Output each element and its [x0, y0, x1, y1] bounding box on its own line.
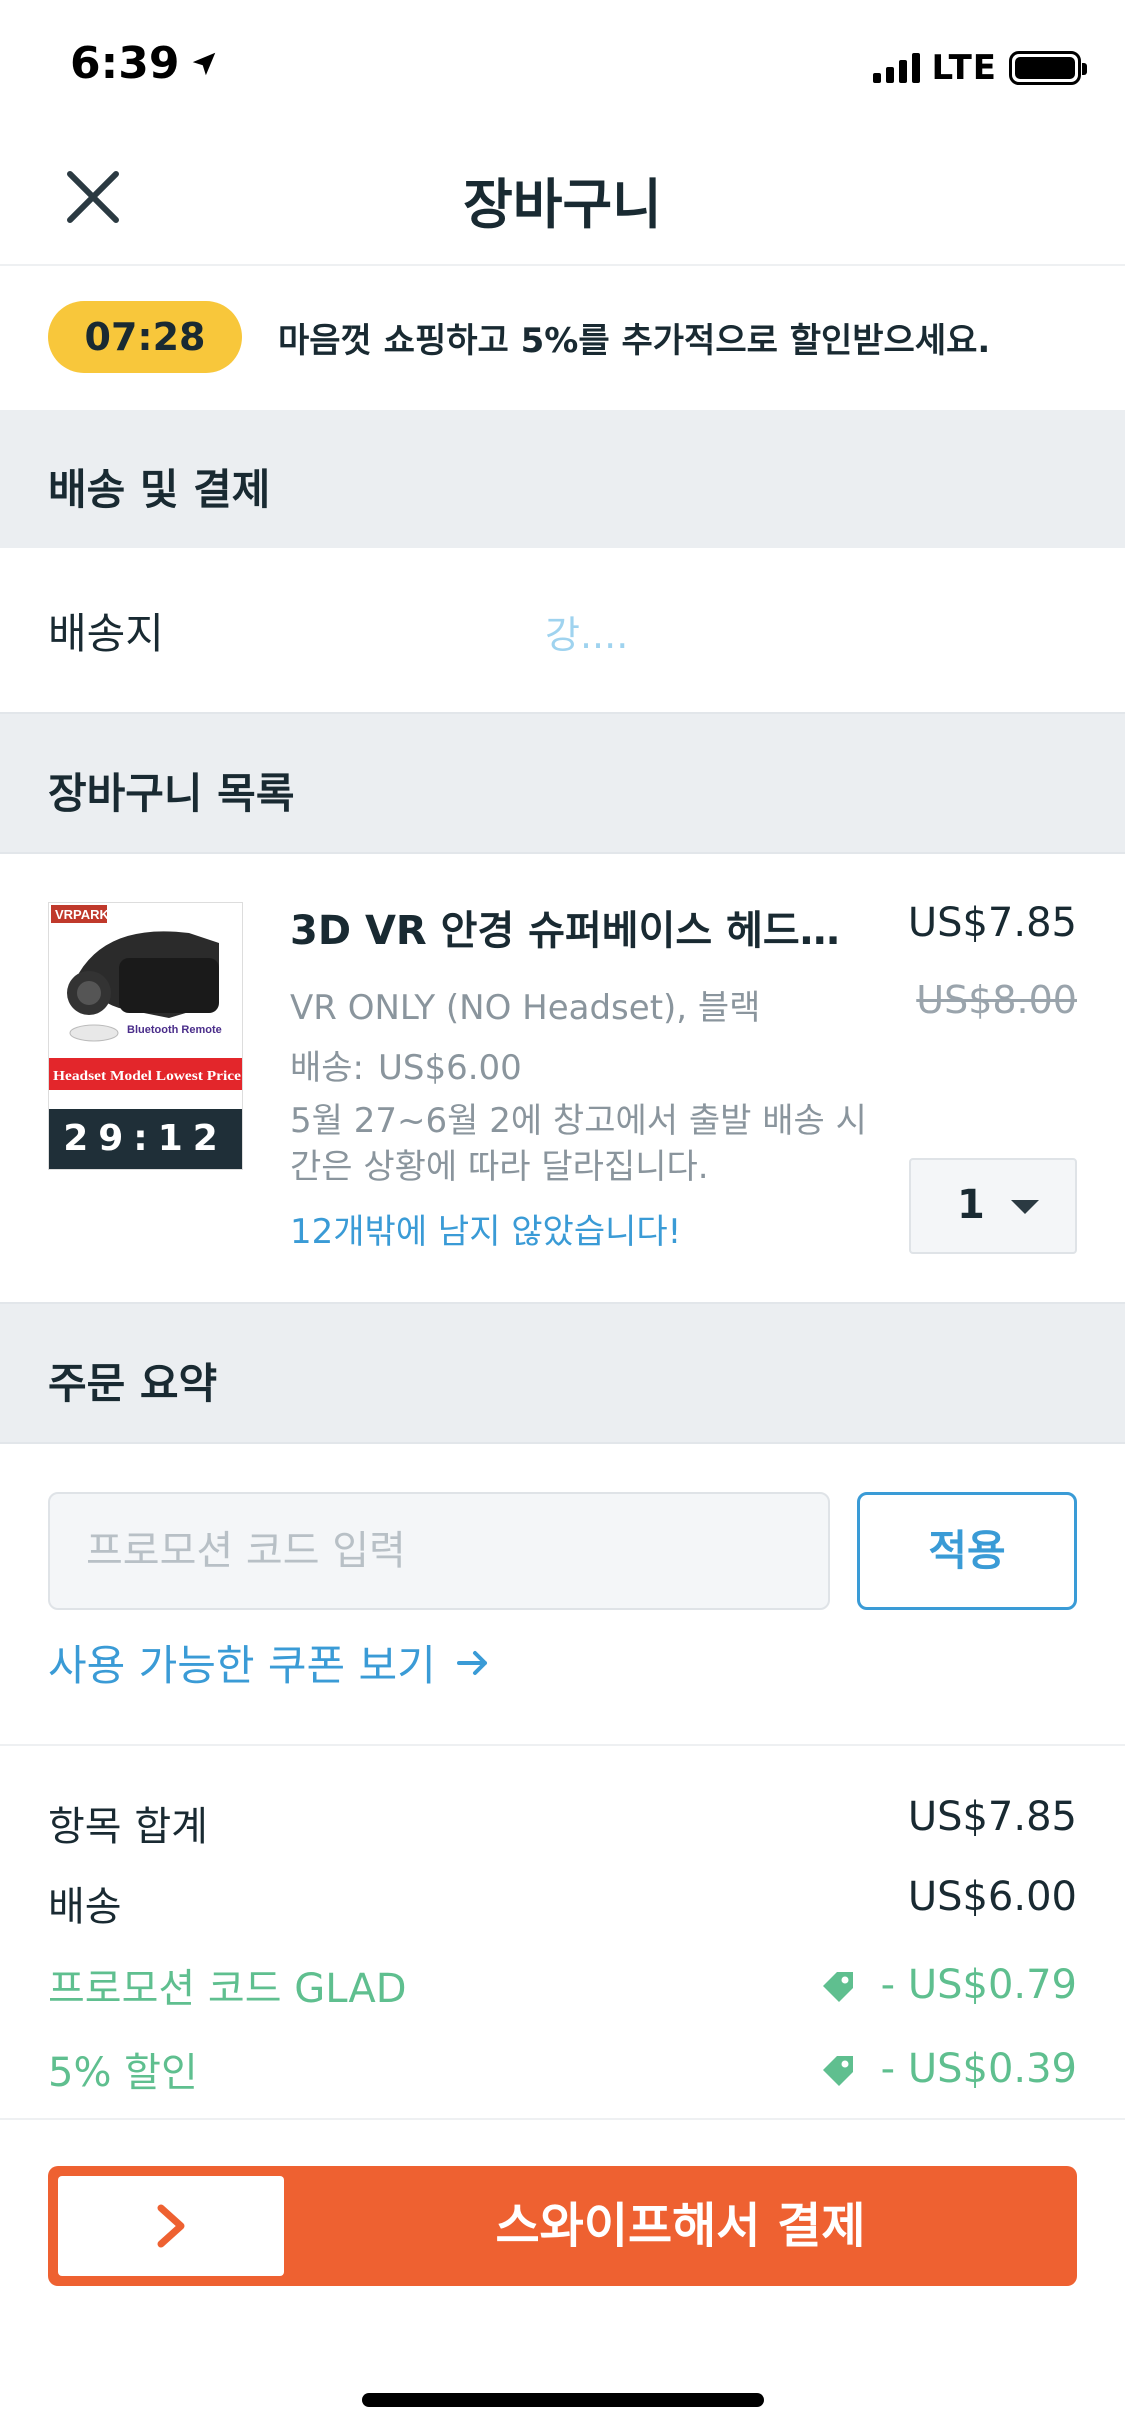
promo-code-input[interactable]	[48, 1492, 830, 1610]
page-title: 장바구니	[463, 173, 662, 236]
chevron-down-icon	[1011, 1200, 1039, 1214]
summary-row-discount: 5% 할인 - US$0.39	[48, 2040, 1077, 2100]
ship-to-row[interactable]: 배송지 강....	[0, 548, 1125, 714]
summary-row-promo: 프로모션 코드 GLAD - US$0.79	[48, 1956, 1077, 2016]
vr-headset-image: VRPARK Bluetooth Remote Headset Model Lo…	[49, 903, 242, 1111]
countdown-timer: 07:28	[48, 301, 242, 373]
product-variant: VR ONLY (NO Headset), 블랙	[290, 988, 761, 1028]
view-coupons-link[interactable]: 사용 가능한 쿠폰 보기	[48, 1632, 490, 1693]
summary-value: - US$0.79	[880, 1962, 1077, 2008]
shipping-section-title: 배송 및 결제	[48, 465, 271, 514]
image-brand-text: VRPARK	[55, 907, 110, 922]
quantity-value: 1	[957, 1182, 985, 1228]
product-shipping: 배송: US$6.00	[290, 1040, 522, 1089]
summary-value: US$6.00	[907, 1874, 1077, 1920]
product-price: US$7.85	[907, 900, 1077, 946]
summary-discount: - US$0.39	[819, 2046, 1077, 2092]
quantity-select[interactable]: 1	[909, 1158, 1077, 1254]
status-bar: 6:39 LTE	[0, 0, 1125, 132]
arrow-right-icon	[456, 1650, 487, 1675]
apply-promo-button[interactable]: 적용	[857, 1492, 1077, 1610]
order-summary-title: 주문 요약	[48, 1359, 218, 1408]
tag-icon	[822, 2056, 853, 2086]
product-shipping-label: 배송:	[290, 1048, 365, 1088]
location-arrow-icon	[193, 52, 216, 75]
product-title[interactable]: 3D VR 안경 슈퍼베이스 헤드…	[290, 898, 850, 956]
summary-label: 프로모션 코드 GLAD	[48, 1966, 407, 2012]
summary-label: 5% 할인	[48, 2050, 198, 2096]
network-type: LTE	[931, 48, 997, 88]
swipe-label: 스와이프해서 결제	[495, 2198, 866, 2254]
home-indicator[interactable]	[362, 2393, 764, 2407]
image-remote-text: Bluetooth Remote	[127, 1024, 222, 1036]
stock-warning: 12개밖에 남지 않았습니다!	[290, 1212, 682, 1252]
cart-item: VRPARK Bluetooth Remote Headset Model Lo…	[0, 854, 1125, 1304]
view-coupons-label: 사용 가능한 쿠폰 보기	[48, 1641, 436, 1690]
image-promo-text: Headset Model Lowest Price	[53, 1069, 241, 1084]
summary-discount: - US$0.79	[819, 1962, 1077, 2008]
battery-icon	[1009, 51, 1087, 85]
cart-section-header: 장바구니 목록	[0, 714, 1125, 854]
signal-icon	[872, 53, 920, 83]
ship-to-value: 강....	[545, 613, 629, 657]
summary-value: - US$0.39	[880, 2046, 1077, 2092]
shipping-section-header: 배송 및 결제	[0, 410, 1125, 550]
summary-value: US$7.85	[907, 1794, 1077, 1840]
swipe-handle[interactable]	[58, 2176, 284, 2276]
summary-row-shipping: 배송 US$6.00	[48, 1874, 1077, 1934]
summary-row-subtotal: 항목 합계 US$7.85	[48, 1794, 1077, 1854]
summary-label: 항목 합계	[48, 1804, 208, 1850]
ship-to-label: 배송지	[48, 609, 164, 658]
status-indicators: LTE	[872, 48, 1087, 88]
cart-section-title: 장바구니 목록	[48, 769, 295, 818]
divider	[0, 1744, 1125, 1746]
delivery-estimate: 5월 27~6월 2에 창고에서 출발 배송 시간은 상황에 따라 달라집니다.	[290, 1101, 867, 1187]
product-original-price: US$8.00	[916, 978, 1077, 1022]
status-time: 6:39	[70, 38, 219, 89]
status-time-text: 6:39	[70, 38, 180, 89]
promo-text: 마음껏 쇼핑하고 5%를 추가적으로 할인받으세요.	[278, 321, 991, 361]
chevron-right-icon	[157, 2204, 185, 2248]
product-shipping-value: US$6.00	[378, 1048, 522, 1088]
tag-icon	[822, 1972, 853, 2002]
product-deal-timer: 29:12	[49, 1109, 242, 1169]
divider	[0, 2118, 1125, 2120]
swipe-to-pay-button[interactable]: 스와이프해서 결제	[48, 2166, 1077, 2286]
summary-label: 배송	[48, 1884, 122, 1930]
promo-banner: 07:28 마음껏 쇼핑하고 5%를 추가적으로 할인받으세요.	[0, 268, 1125, 410]
nav-bar: 장바구니	[0, 132, 1125, 266]
order-summary-header: 주문 요약	[0, 1304, 1125, 1444]
product-image[interactable]: VRPARK Bluetooth Remote Headset Model Lo…	[48, 902, 243, 1170]
